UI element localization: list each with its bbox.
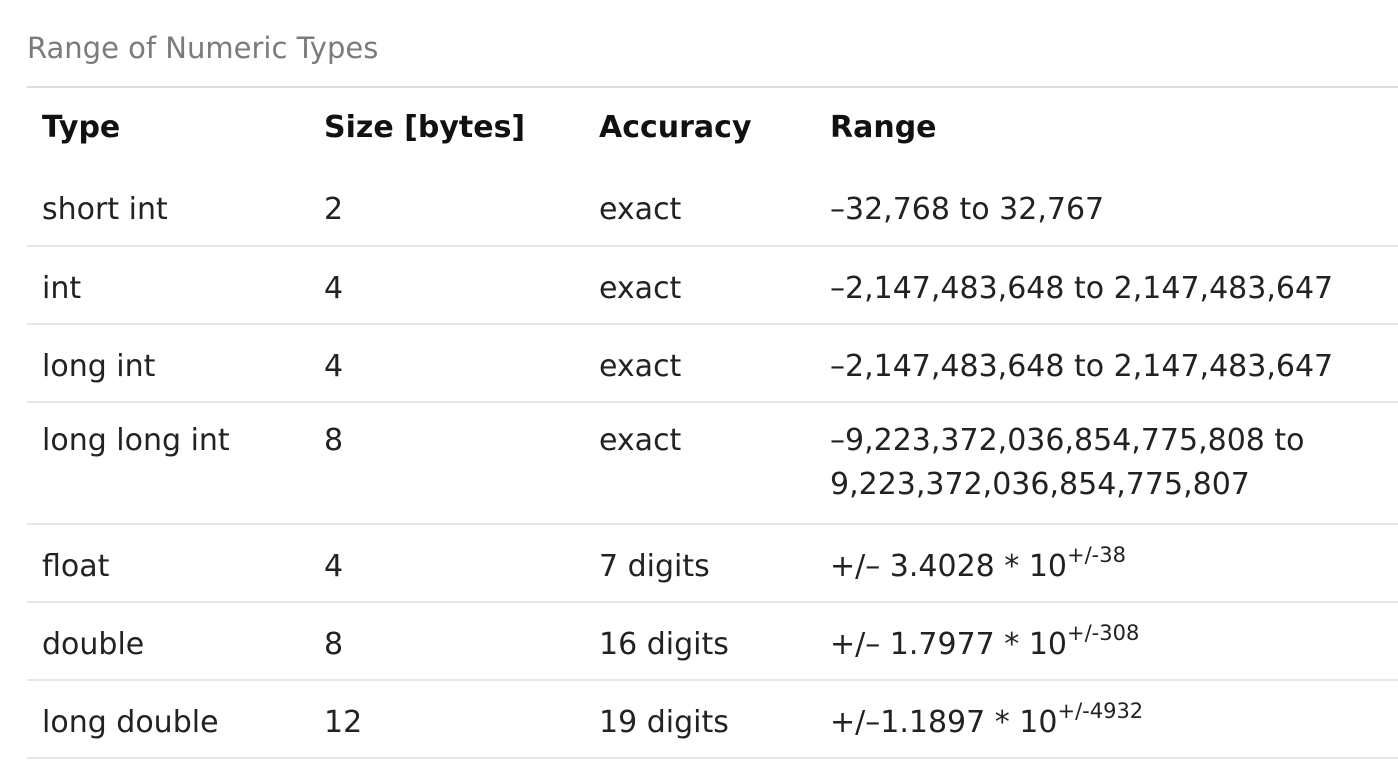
cell-range: –2,147,483,648 to 2,147,483,647 (815, 246, 1398, 325)
table-row: long int 4 exact –2,147,483,648 to 2,147… (27, 324, 1398, 403)
cell-range: +/– 3.4028 * 10+/-38 (815, 524, 1398, 603)
table-row: long double 12 19 digits +/–1.1897 * 10+… (27, 680, 1398, 759)
cell-type: short int (27, 168, 309, 247)
cell-range: –9,223,372,036,854,775,808 to 9,223,372,… (815, 402, 1398, 525)
range-exponent: +/-308 (1067, 621, 1140, 645)
cell-accuracy: 7 digits (584, 524, 815, 603)
cell-size: 12 (309, 680, 584, 759)
range-base: +/– 1.7977 * 10 (830, 627, 1067, 662)
cell-range: –32,768 to 32,767 (815, 168, 1398, 247)
cell-size: 4 (309, 246, 584, 325)
cell-range: +/–1.1897 * 10+/-4932 (815, 680, 1398, 759)
table-row: long long int 8 exact –9,223,372,036,854… (27, 402, 1398, 525)
cell-type: float (27, 524, 309, 603)
cell-accuracy: 19 digits (584, 680, 815, 759)
cell-type: int (27, 246, 309, 325)
cell-range: –2,147,483,648 to 2,147,483,647 (815, 324, 1398, 403)
cell-size: 8 (309, 602, 584, 681)
range-base: +/– 3.4028 * 10 (830, 549, 1067, 584)
numeric-types-table: Type Size [bytes] Accuracy Range short i… (27, 88, 1398, 759)
column-header-accuracy: Accuracy (599, 110, 752, 145)
cell-accuracy: 16 digits (584, 602, 815, 681)
cell-size: 4 (309, 324, 584, 403)
range-base: +/–1.1897 * 10 (830, 705, 1058, 740)
column-header-range: Range (830, 110, 937, 145)
table-row: short int 2 exact –32,768 to 32,767 (27, 168, 1398, 247)
cell-type: long int (27, 324, 309, 403)
table-row: double 8 16 digits +/– 1.7977 * 10+/-308 (27, 602, 1398, 681)
cell-accuracy: exact (584, 402, 815, 525)
column-header-type: Type (42, 110, 121, 145)
cell-type: long long int (27, 402, 309, 525)
cell-type: double (27, 602, 309, 681)
cell-accuracy: exact (584, 246, 815, 325)
cell-size: 8 (309, 402, 584, 525)
column-header-size: Size [bytes] (324, 110, 526, 145)
cell-range: +/– 1.7977 * 10+/-308 (815, 602, 1398, 681)
cell-size: 2 (309, 168, 584, 247)
range-exponent: +/-4932 (1057, 699, 1144, 723)
table-header-row: Type Size [bytes] Accuracy Range (27, 88, 1398, 168)
cell-accuracy: exact (584, 168, 815, 247)
table-row: int 4 exact –2,147,483,648 to 2,147,483,… (27, 246, 1398, 325)
cell-type: long double (27, 680, 309, 759)
table-row: float 4 7 digits +/– 3.4028 * 10+/-38 (27, 524, 1398, 603)
cell-accuracy: exact (584, 324, 815, 403)
range-exponent: +/-38 (1067, 543, 1126, 567)
cell-size: 4 (309, 524, 584, 603)
cell-range-line-2: 9,223,372,036,854,775,807 (830, 467, 1250, 502)
table-caption: Range of Numeric Types (27, 31, 379, 65)
cell-range-line-1: –9,223,372,036,854,775,808 to (830, 423, 1305, 458)
